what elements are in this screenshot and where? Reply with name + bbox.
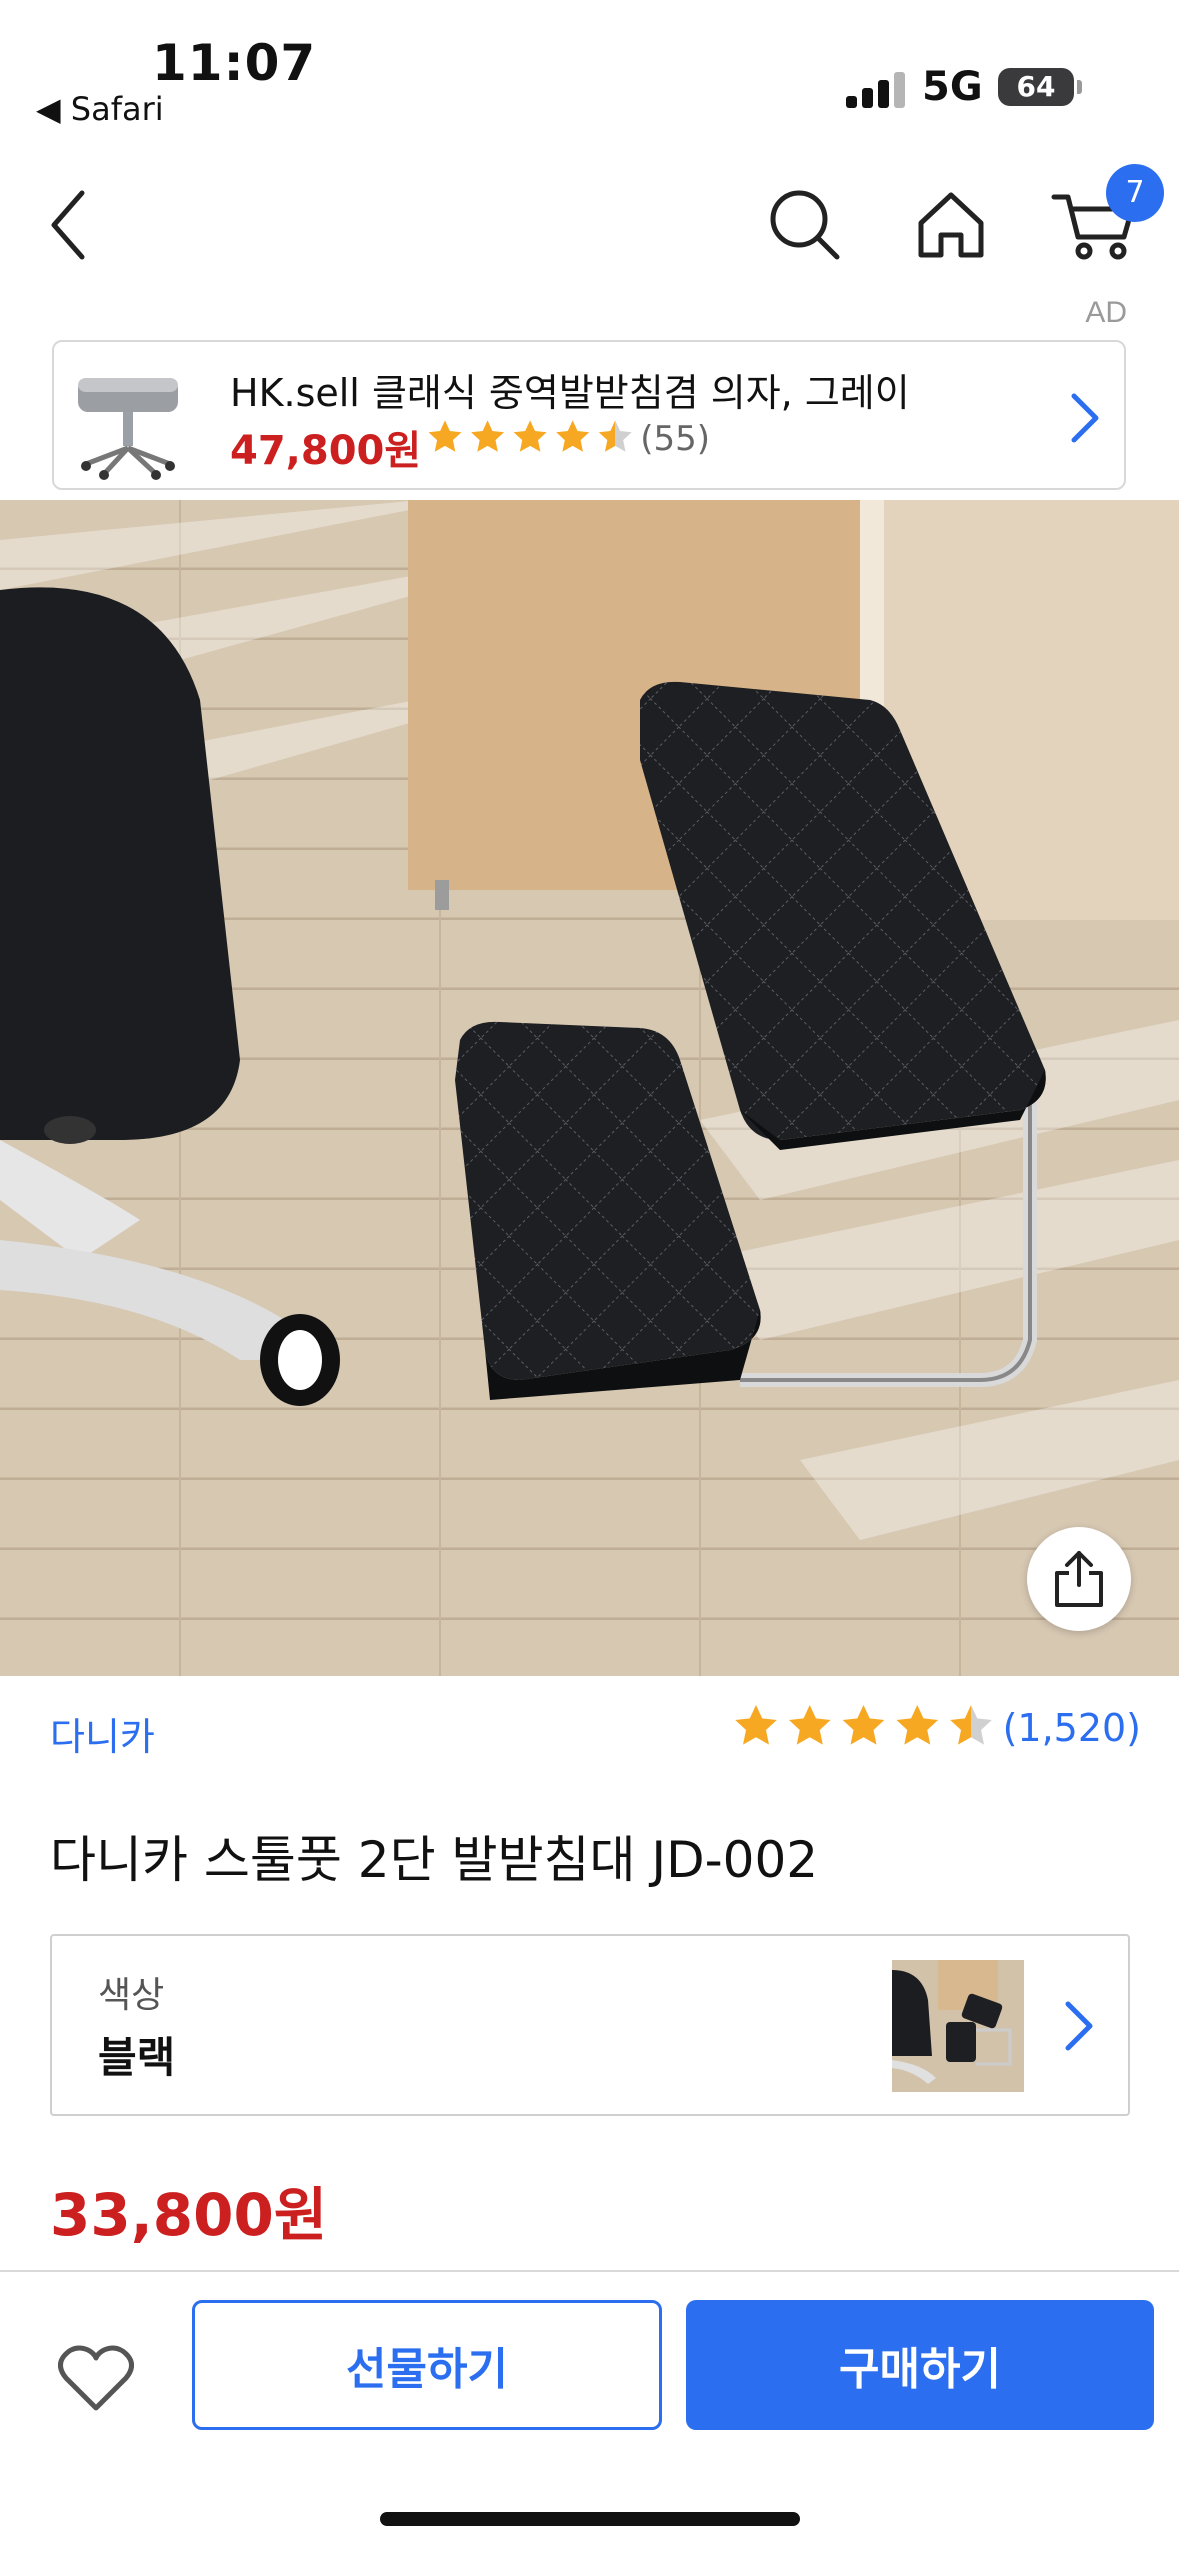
bottom-action-bar: 선물하기 구매하기 bbox=[0, 2270, 1179, 2556]
ad-product-price: 47,800원 bbox=[230, 428, 422, 474]
search-icon bbox=[770, 190, 840, 260]
heart-icon bbox=[58, 2345, 134, 2411]
back-button[interactable] bbox=[14, 160, 124, 290]
ad-rating: (55) bbox=[426, 418, 710, 460]
star-icon bbox=[842, 1705, 884, 1745]
gift-button[interactable]: 선물하기 bbox=[192, 2300, 662, 2430]
rating-stars bbox=[426, 418, 634, 460]
ad-product-title: HK.sell 클래식 중역발받침겸 의자, 그레이 bbox=[230, 371, 910, 415]
cart-count-badge: 7 bbox=[1106, 164, 1164, 222]
star-icon bbox=[788, 1705, 831, 1745]
product-price: 33,800원 bbox=[50, 2181, 328, 2249]
share-icon bbox=[1055, 1551, 1103, 1607]
rating-stars bbox=[732, 1702, 995, 1754]
signal-icon bbox=[846, 68, 906, 108]
top-navigation bbox=[0, 160, 1179, 290]
ad-review-count: (55) bbox=[640, 419, 711, 459]
star-icon bbox=[734, 1705, 777, 1745]
product-title: 다니카 스툴풋 2단 발받침대 JD-002 bbox=[50, 1831, 819, 1889]
chevron-right-icon bbox=[1064, 388, 1104, 452]
star-icon bbox=[513, 420, 547, 452]
seller-name-link[interactable]: 다니카 bbox=[50, 1706, 155, 1761]
home-button[interactable] bbox=[896, 160, 1006, 290]
back-to-safari-link[interactable]: ◀ Safari bbox=[36, 90, 164, 128]
star-icon bbox=[598, 420, 632, 452]
ad-label: AD bbox=[1085, 296, 1127, 329]
battery-icon: 64 bbox=[998, 68, 1082, 106]
buy-button[interactable]: 구매하기 bbox=[686, 2300, 1154, 2430]
color-option-selector[interactable]: 색상 블랙 bbox=[50, 1934, 1130, 2116]
stars-svg bbox=[428, 420, 632, 452]
option-thumbnail bbox=[892, 1960, 1024, 2092]
wishlist-button[interactable] bbox=[48, 2330, 144, 2426]
star-icon bbox=[428, 420, 462, 452]
chevron-right-icon bbox=[1058, 1996, 1098, 2060]
ad-product-thumbnail bbox=[64, 352, 192, 480]
option-value: 블랙 bbox=[98, 2033, 176, 2082]
product-rating[interactable]: (1,520) bbox=[732, 1702, 1141, 1754]
star-icon bbox=[556, 420, 590, 452]
search-button[interactable] bbox=[750, 160, 860, 290]
home-indicator bbox=[380, 2512, 800, 2526]
home-icon bbox=[918, 192, 984, 258]
product-photo[interactable] bbox=[0, 500, 1179, 1676]
sponsored-product-banner[interactable]: HK.sell 클래식 중역발받침겸 의자, 그레이 47,800원 (55) bbox=[52, 340, 1126, 490]
back-chevron-icon bbox=[51, 190, 85, 260]
option-label: 색상 bbox=[98, 1975, 165, 2016]
stars-svg bbox=[734, 1705, 992, 1745]
star-icon bbox=[896, 1705, 938, 1745]
share-button[interactable] bbox=[1027, 1527, 1131, 1631]
network-type: 5G bbox=[922, 64, 983, 110]
star-icon bbox=[471, 420, 505, 452]
star-icon bbox=[949, 1705, 992, 1745]
review-count: (1,520) bbox=[1002, 1706, 1141, 1750]
status-time: 11:07 bbox=[152, 34, 317, 92]
status-bar: 11:07 ◀ Safari 5G 64 bbox=[0, 0, 1179, 140]
